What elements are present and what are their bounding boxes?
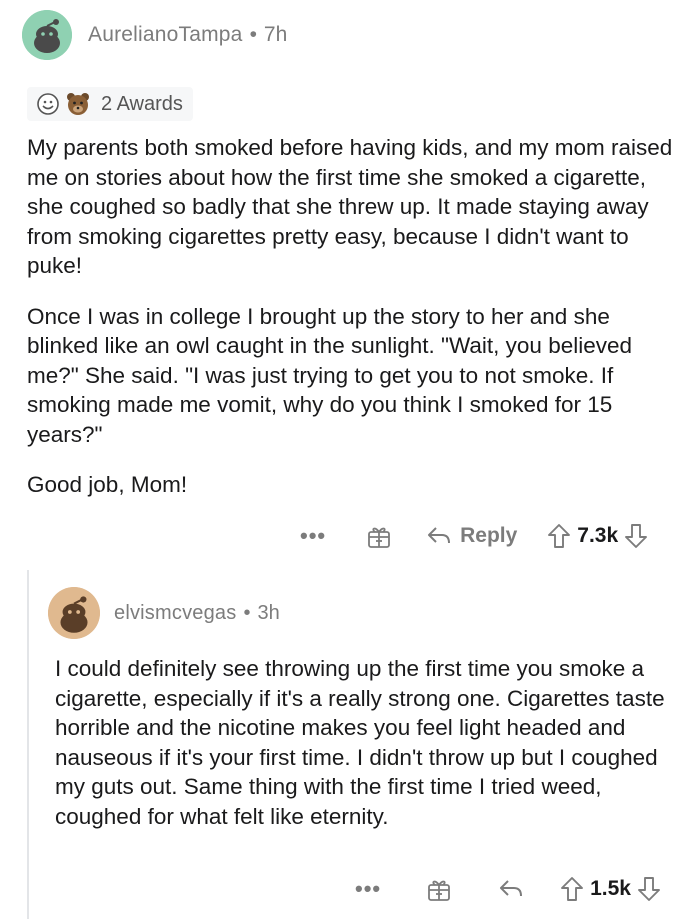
awards-count: 2 Awards xyxy=(101,92,183,115)
comment-paragraph: My parents both smoked before having kid… xyxy=(27,135,673,278)
downvote-icon xyxy=(625,524,648,548)
comment-age: 3h xyxy=(257,601,280,624)
reply-arrow-icon xyxy=(428,527,451,544)
upvote-icon xyxy=(548,524,571,548)
comment-action-bar: ••• Reply 7.3k xyxy=(300,518,648,554)
vote-count: 1.5k xyxy=(590,877,631,900)
username[interactable]: elvismcvegas xyxy=(114,602,236,625)
comment-paragraph: I could definitely see throwing up the f… xyxy=(55,656,665,829)
reply-header: elvismcvegas • 3h xyxy=(48,585,280,641)
comment-age: 7h xyxy=(263,23,288,46)
comment-paragraph: Good job, Mom! xyxy=(27,472,188,497)
gift-icon[interactable] xyxy=(426,876,452,902)
thread-line[interactable] xyxy=(27,570,29,919)
award-bear-icon xyxy=(65,91,91,117)
upvote-button[interactable] xyxy=(547,523,571,549)
reply-label: Reply xyxy=(460,524,518,547)
vote-count: 7.3k xyxy=(577,524,619,547)
downvote-button[interactable] xyxy=(624,523,648,549)
reply-button[interactable] xyxy=(498,878,524,900)
snoo-avatar-icon xyxy=(22,10,72,60)
comment-body: My parents both smoked before having kid… xyxy=(27,133,677,500)
award-face-icon xyxy=(35,91,61,117)
reply-arrow-icon xyxy=(500,880,523,897)
gift-icon[interactable] xyxy=(366,523,392,549)
more-options-button[interactable]: ••• xyxy=(355,876,381,902)
reply-body: I could definitely see throwing up the f… xyxy=(55,654,675,831)
downvote-button[interactable] xyxy=(637,876,661,902)
snoo-avatar-icon xyxy=(48,587,100,639)
comment-header: AurelianoTampa • 7h xyxy=(22,10,287,60)
awards-badge[interactable]: 2 Awards xyxy=(27,87,193,121)
avatar[interactable] xyxy=(48,587,100,639)
avatar[interactable] xyxy=(22,10,72,60)
comment-paragraph: Once I was in college I brought up the s… xyxy=(27,303,633,447)
upvote-icon xyxy=(561,877,584,901)
upvote-button[interactable] xyxy=(560,876,584,902)
meta-separator: • xyxy=(243,601,251,624)
meta-separator: • xyxy=(249,23,257,46)
username[interactable]: AurelianoTampa xyxy=(88,23,243,47)
downvote-icon xyxy=(638,877,660,901)
reply-button[interactable]: Reply xyxy=(426,524,517,548)
more-options-button[interactable]: ••• xyxy=(300,523,326,549)
reply-action-bar: ••• 1.5k xyxy=(355,872,661,906)
